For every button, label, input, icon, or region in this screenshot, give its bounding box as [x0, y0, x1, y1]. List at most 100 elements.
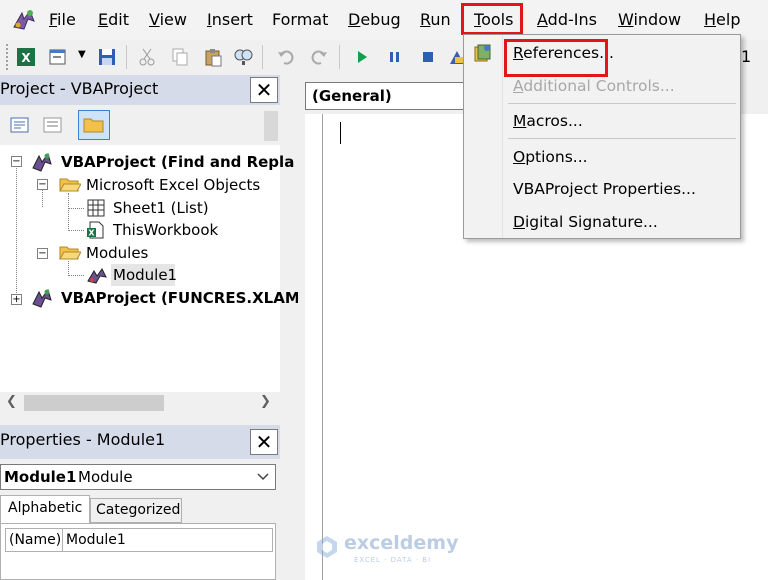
expand-toggle[interactable]: + — [11, 294, 22, 305]
tree-item-modules[interactable]: Modules — [86, 244, 148, 262]
menu-insert[interactable]: Insert — [207, 10, 253, 29]
menu-gutter-line — [502, 35, 503, 238]
run-icon[interactable] — [352, 47, 372, 67]
object-name: Module1 — [4, 468, 77, 486]
close-project-pane-button[interactable]: ✕ — [250, 77, 278, 103]
tree-item-excel-objects[interactable]: Microsoft Excel Objects — [86, 176, 260, 194]
find-icon[interactable] — [233, 47, 253, 67]
watermark-tagline: EXCEL · DATA · BI — [354, 556, 432, 564]
menu-file[interactable]: File — [49, 10, 76, 29]
menu-format[interactable]: Format — [272, 10, 328, 29]
exceldemy-logo-icon — [317, 536, 337, 558]
close-properties-pane-button[interactable]: ✕ — [250, 429, 278, 455]
folder-icon — [83, 118, 104, 133]
menu-window[interactable]: Window — [618, 10, 681, 29]
chevron-down-icon[interactable] — [257, 473, 269, 481]
tab-categorized[interactable]: Categorized — [90, 498, 182, 523]
save-icon[interactable] — [97, 47, 117, 67]
folder-open-icon — [59, 246, 81, 260]
menu-debug[interactable]: Debug — [348, 10, 401, 29]
properties-pane-title: Properties - Module1 — [0, 430, 166, 449]
menu-item-additional-controls: Additional Controls... — [513, 77, 675, 95]
menu-item-project-properties[interactable]: VBAProject Properties... — [513, 180, 696, 198]
toolbar-grip[interactable] — [6, 44, 11, 70]
toolbar-separator — [339, 45, 340, 69]
redo-icon[interactable] — [309, 47, 329, 67]
undo-icon[interactable] — [276, 47, 296, 67]
menu-item-macros[interactable]: Macros... — [513, 112, 583, 130]
tree-line — [68, 261, 69, 276]
excel-view-icon[interactable]: X — [16, 47, 36, 67]
tree-line — [68, 275, 84, 276]
text-cursor — [340, 122, 341, 144]
tree-item-thisworkbook[interactable]: ThisWorkbook — [113, 221, 218, 239]
tab-categorized-label: Categorized — [96, 502, 181, 518]
collapse-toggle[interactable]: − — [37, 179, 48, 190]
menu-run[interactable]: Run — [420, 10, 451, 29]
tree-line — [16, 166, 17, 299]
properties-pane-titlebar[interactable]: Properties - Module1 ✕ — [0, 425, 280, 459]
project-tree: − VBAProject (Find and Repla − Microsoft… — [0, 145, 300, 392]
svg-text:X: X — [88, 229, 95, 238]
tree-line — [42, 189, 43, 207]
pause-icon[interactable] — [385, 47, 405, 67]
menu-item-options[interactable]: Options... — [513, 148, 588, 166]
menu-help[interactable]: Help — [704, 10, 740, 29]
view-code-icon[interactable] — [9, 115, 31, 135]
tree-item-vbaproject-find[interactable]: VBAProject (Find and Repla — [61, 153, 294, 171]
paste-icon[interactable] — [203, 47, 223, 67]
tab-alphabetic-label: Alphabetic — [8, 500, 83, 516]
vbaproject-icon — [32, 288, 52, 308]
exceldemy-watermark: exceldemy EXCEL · DATA · BI — [314, 532, 464, 572]
toggle-folders-button[interactable] — [78, 110, 110, 140]
vba-app-icon[interactable] — [10, 7, 38, 33]
cut-icon[interactable] — [137, 47, 157, 67]
worksheet-icon — [87, 199, 105, 217]
column-divider — [62, 529, 63, 551]
vertical-scrollbar-thumb[interactable] — [264, 111, 278, 141]
toolbar-separator — [126, 45, 127, 69]
object-dropdown-value: (General) — [312, 87, 392, 105]
tree-item-module1[interactable]: Module1 — [113, 266, 177, 284]
toolbar-position-readout: 1 — [741, 47, 752, 66]
object-type: Module — [78, 468, 133, 486]
insert-userform-icon[interactable] — [48, 47, 68, 67]
property-row[interactable]: (Name) Module1 — [5, 528, 273, 552]
tree-item-vbaproject-funcres[interactable]: VBAProject (FUNCRES.XLAM — [61, 289, 300, 307]
menu-separator — [508, 103, 736, 104]
horizontal-scrollbar[interactable]: ❮ ❯ — [0, 392, 280, 414]
collapse-toggle[interactable]: − — [11, 156, 22, 167]
module-icon — [87, 268, 107, 284]
chevron-down-icon[interactable]: ▼ — [78, 49, 86, 60]
svg-text:X: X — [21, 51, 31, 65]
project-pane-title: Project - VBAProject — [0, 79, 159, 98]
project-pane-toolbar — [0, 105, 280, 145]
stop-icon[interactable] — [418, 47, 438, 67]
property-value[interactable]: Module1 — [66, 532, 126, 548]
view-object-icon[interactable] — [42, 115, 64, 135]
object-select[interactable]: Module1 Module — [0, 464, 276, 490]
object-dropdown[interactable]: (General) — [305, 82, 475, 110]
folder-open-icon — [59, 178, 81, 192]
code-margin — [305, 114, 322, 580]
chevron-left-icon[interactable]: ❮ — [6, 394, 17, 409]
tree-item-sheet1[interactable]: Sheet1 (List) — [113, 199, 209, 217]
toolbar-separator — [262, 45, 263, 69]
menu-view[interactable]: View — [149, 10, 187, 29]
copy-icon[interactable] — [170, 47, 190, 67]
chevron-right-icon[interactable]: ❯ — [260, 394, 271, 409]
references-highlight — [504, 39, 608, 77]
tree-line — [68, 208, 84, 209]
collapse-toggle[interactable]: − — [37, 248, 48, 259]
tab-alphabetic[interactable]: Alphabetic — [0, 495, 90, 523]
menu-edit[interactable]: Edit — [98, 10, 129, 29]
menu-item-digital-signature[interactable]: Digital Signature... — [513, 213, 658, 231]
menu-add-ins[interactable]: Add-Ins — [537, 10, 597, 29]
workbook-icon: X — [87, 221, 104, 239]
tools-menu-highlight — [461, 3, 523, 35]
tree-line — [68, 230, 84, 231]
vbaproject-icon — [32, 152, 52, 172]
tree-line — [68, 193, 69, 231]
scrollbar-thumb[interactable] — [24, 395, 164, 411]
project-pane-titlebar[interactable]: Project - VBAProject ✕ — [0, 75, 280, 105]
